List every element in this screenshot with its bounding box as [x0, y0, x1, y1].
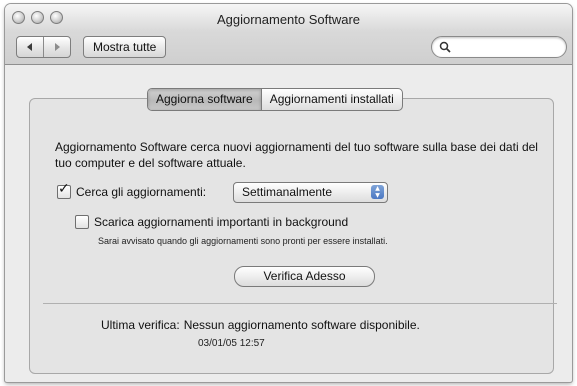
forward-button[interactable]	[43, 37, 70, 57]
tab-aggiornamenti-installati[interactable]: Aggiornamenti installati	[260, 89, 402, 110]
search-input[interactable]	[431, 36, 567, 58]
verify-now-button[interactable]: Verifica Adesso	[234, 266, 375, 287]
window-title: Aggiornamento Software	[216, 12, 361, 27]
last-check-value: Nessun aggiornamento software disponibil…	[183, 318, 420, 332]
preferences-window: Aggiornamento Software Mostra tutte Aggi…	[5, 4, 572, 382]
back-arrow-icon	[27, 43, 32, 51]
download-background-label: Scarica aggiornamenti importanti in back…	[94, 215, 349, 229]
tab-aggiorna-software[interactable]: Aggiorna software	[148, 89, 261, 110]
frequency-popup[interactable]: Settimanalmente ▲ ▼	[233, 182, 388, 203]
check-updates-label: Cerca gli aggiornamenti:	[76, 185, 207, 199]
tab-bar: Aggiorna software Aggiornamenti installa…	[147, 88, 403, 111]
last-check-time: 03/01/05 12:57	[198, 338, 265, 349]
divider	[43, 303, 557, 304]
back-forward-control	[16, 36, 71, 58]
popup-arrows-icon: ▲ ▼	[371, 185, 384, 199]
forward-arrow-icon	[55, 43, 60, 51]
download-background-row: Scarica aggiornamenti importanti in back…	[75, 215, 348, 229]
last-check-label: Ultima verifica:	[101, 318, 180, 332]
search-icon	[439, 41, 451, 53]
check-updates-row: ✓ Cerca gli aggiornamenti:	[57, 181, 207, 199]
frequency-value: Settimanalmente	[242, 185, 333, 199]
download-note: Sarai avvisato quando gli aggiornamenti …	[98, 236, 388, 246]
description-text: Aggiornamento Software cerca nuovi aggio…	[55, 140, 538, 170]
title-bar: Aggiornamento Software Mostra tutte	[5, 4, 572, 65]
show-all-button[interactable]: Mostra tutte	[83, 36, 167, 58]
check-updates-checkbox[interactable]: ✓	[57, 181, 71, 199]
back-button[interactable]	[17, 37, 43, 57]
download-background-checkbox[interactable]	[75, 215, 89, 229]
last-check-status: Ultima verifica: Nessun aggiornamento sof…	[101, 318, 420, 332]
checkmark-icon: ✓	[58, 181, 70, 197]
